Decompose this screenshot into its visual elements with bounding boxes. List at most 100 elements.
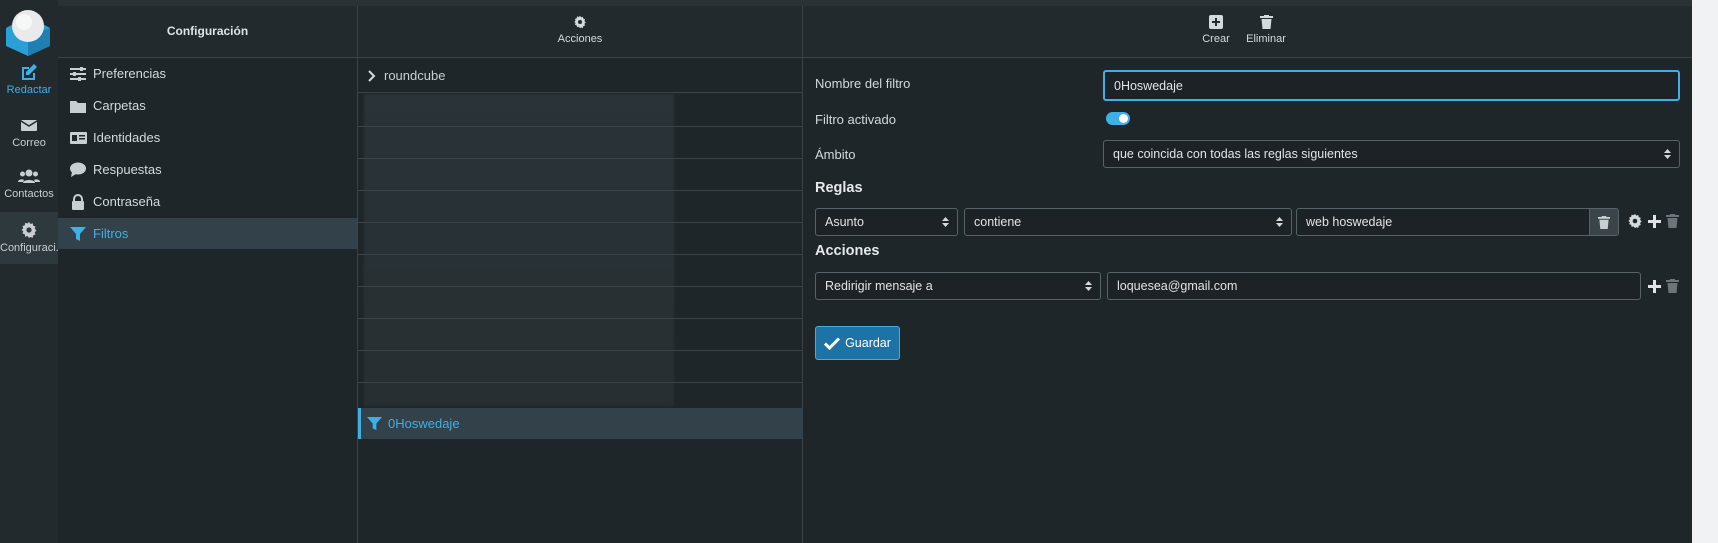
id-card-icon bbox=[63, 131, 93, 145]
delete-rule-button[interactable] bbox=[1665, 213, 1680, 229]
action-type-select[interactable]: Redirigir mensaje a bbox=[815, 272, 1101, 300]
save-button[interactable]: Guardar bbox=[815, 326, 900, 360]
scrollbar-gutter bbox=[1692, 0, 1718, 543]
settings-item-identities[interactable]: Identidades bbox=[58, 122, 357, 153]
settings-item-label: Preferencias bbox=[93, 66, 166, 81]
rule-settings-button[interactable] bbox=[1627, 213, 1643, 229]
rule-operator-select[interactable]: contiene bbox=[964, 208, 1292, 236]
settings-header: Configuración bbox=[58, 6, 357, 58]
filter-icon bbox=[63, 226, 93, 242]
scope-value: que coincida con todas las reglas siguie… bbox=[1113, 147, 1358, 161]
divider bbox=[358, 382, 802, 383]
mail-icon bbox=[20, 120, 38, 131]
delete-filter-label: Eliminar bbox=[1246, 33, 1286, 45]
rail-mail[interactable]: Correo bbox=[0, 115, 58, 157]
rule-operator-value: contiene bbox=[974, 215, 1022, 229]
blurred-filter-list bbox=[364, 94, 674, 406]
folder-icon bbox=[63, 99, 93, 113]
gear-icon bbox=[1628, 213, 1642, 229]
settings-item-label: Filtros bbox=[93, 226, 129, 241]
gear-icon bbox=[21, 222, 37, 238]
sort-arrows-icon bbox=[1664, 149, 1671, 159]
filter-name-input[interactable]: 0Hoswedaje bbox=[1103, 70, 1680, 101]
divider bbox=[358, 126, 802, 127]
rail-mail-label: Correo bbox=[12, 137, 46, 149]
rule-header-select[interactable]: Asunto bbox=[815, 208, 958, 236]
rule-value-text: web hoswedaje bbox=[1306, 215, 1393, 229]
save-button-label: Guardar bbox=[845, 336, 891, 350]
settings-item-responses[interactable]: Respuestas bbox=[58, 154, 357, 185]
filter-name-label: Nombre del filtro bbox=[815, 76, 911, 91]
rail-contacts-label: Contactos bbox=[4, 188, 54, 200]
contacts-icon bbox=[18, 169, 40, 183]
plus-icon bbox=[1647, 279, 1661, 293]
settings-item-password[interactable]: Contraseña bbox=[58, 186, 357, 217]
settings-item-label: Respuestas bbox=[93, 162, 162, 177]
action-type-value: Redirigir mensaje a bbox=[825, 279, 933, 293]
settings-item-filters[interactable]: Filtros bbox=[58, 218, 357, 249]
scope-label: Ámbito bbox=[815, 147, 856, 162]
scope-select[interactable]: que coincida con todas las reglas siguie… bbox=[1103, 140, 1680, 168]
settings-item-preferences[interactable]: Preferencias bbox=[58, 58, 357, 89]
settings-title: Configuración bbox=[166, 24, 249, 38]
rail-settings[interactable]: Configuraci... bbox=[0, 212, 65, 264]
sort-arrows-icon bbox=[1085, 281, 1092, 291]
rail-contacts[interactable]: Contactos bbox=[0, 166, 58, 208]
rules-title: Reglas bbox=[815, 180, 863, 196]
delete-action-button[interactable] bbox=[1665, 278, 1680, 294]
trash-icon bbox=[1259, 15, 1273, 29]
rule-value-delete-button[interactable] bbox=[1589, 208, 1619, 236]
add-action-button[interactable] bbox=[1646, 278, 1662, 294]
actions-menu-label: Acciones bbox=[557, 33, 603, 45]
plus-square-icon bbox=[1209, 15, 1223, 29]
trash-icon bbox=[1598, 215, 1610, 229]
divider bbox=[358, 350, 802, 351]
rule-value-input[interactable]: web hoswedaje bbox=[1296, 208, 1590, 236]
filter-name-value: 0Hoswedaje bbox=[1114, 78, 1183, 93]
divider bbox=[358, 286, 802, 287]
compose-icon bbox=[22, 64, 37, 80]
delete-filter-button[interactable]: Eliminar bbox=[1243, 15, 1289, 45]
filter-enabled-label: Filtro activado bbox=[815, 112, 896, 127]
trash-icon bbox=[1666, 279, 1679, 293]
filters-list-header: Acciones bbox=[358, 6, 802, 58]
filter-set-row[interactable]: roundcube bbox=[358, 59, 802, 93]
gear-icon bbox=[574, 15, 586, 29]
settings-panel: Configuración Preferencias Carpetas Iden… bbox=[58, 6, 358, 543]
settings-item-label: Identidades bbox=[93, 130, 161, 145]
divider bbox=[358, 222, 802, 223]
settings-item-label: Contraseña bbox=[93, 194, 161, 209]
settings-item-label: Carpetas bbox=[93, 98, 146, 113]
add-rule-button[interactable] bbox=[1646, 213, 1662, 229]
divider bbox=[358, 254, 802, 255]
sliders-icon bbox=[63, 66, 93, 81]
rail-settings-label: Configuraci... bbox=[0, 242, 65, 254]
divider bbox=[358, 190, 802, 191]
filter-icon bbox=[367, 416, 382, 431]
filters-list-panel: Acciones roundcube 0Hoswedaje bbox=[358, 6, 805, 543]
comment-icon bbox=[63, 162, 93, 177]
sort-arrows-icon bbox=[942, 217, 949, 227]
divider bbox=[358, 158, 802, 159]
action-target-value: loquesea@gmail.com bbox=[1117, 279, 1238, 293]
check-icon bbox=[824, 336, 841, 350]
filter-list-item-label: 0Hoswedaje bbox=[388, 416, 460, 431]
rail-compose-label: Redactar bbox=[6, 84, 52, 96]
action-target-input[interactable]: loquesea@gmail.com bbox=[1107, 272, 1641, 300]
settings-item-folders[interactable]: Carpetas bbox=[58, 90, 357, 121]
filter-set-label: roundcube bbox=[384, 68, 446, 83]
rail-compose[interactable]: Redactar bbox=[0, 62, 58, 104]
actions-title: Acciones bbox=[815, 243, 880, 259]
trash-icon bbox=[1666, 214, 1679, 228]
create-filter-label: Crear bbox=[1202, 33, 1230, 45]
actions-menu-button[interactable]: Acciones bbox=[358, 15, 802, 45]
app-rail: Redactar Correo Contactos Configuraci... bbox=[0, 0, 65, 543]
filter-list-item-selected[interactable]: 0Hoswedaje bbox=[358, 408, 805, 439]
create-filter-button[interactable]: Crear bbox=[1201, 15, 1231, 45]
filter-enabled-toggle[interactable] bbox=[1106, 112, 1130, 125]
sort-arrows-icon bbox=[1276, 217, 1283, 227]
filter-editor-header: Crear Eliminar bbox=[803, 6, 1692, 58]
roundcube-logo-icon[interactable] bbox=[4, 6, 52, 56]
chevron-right-icon bbox=[368, 69, 376, 82]
toggle-knob bbox=[1119, 114, 1128, 123]
